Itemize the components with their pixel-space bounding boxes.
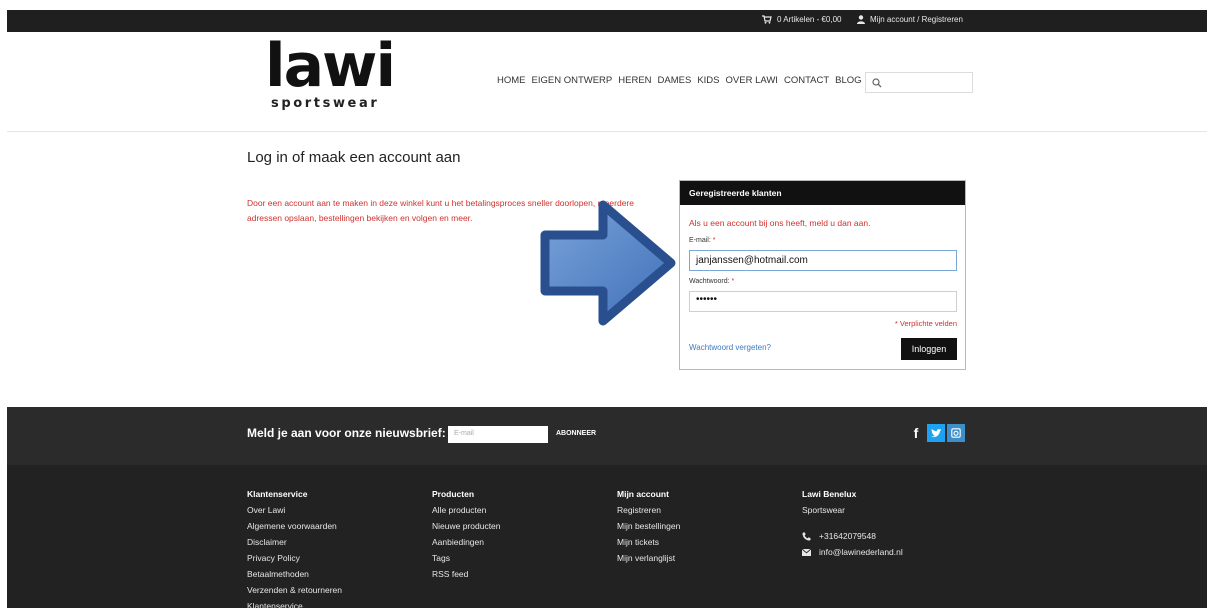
nav-eigen-ontwerp[interactable]: EIGEN ONTWERP <box>532 75 613 86</box>
login-box-heading: Geregistreerde klanten <box>680 181 965 205</box>
account-link[interactable]: Mijn account / Registreren <box>857 15 963 24</box>
login-button[interactable]: Inloggen <box>901 338 957 360</box>
main-nav: HOME EIGEN ONTWERP HEREN DAMES KIDS OVER… <box>497 75 862 86</box>
envelope-icon <box>802 548 811 556</box>
login-note: Als u een account bij ons heeft, meld u … <box>689 218 871 228</box>
facebook-icon[interactable]: f <box>907 424 925 442</box>
footer-link[interactable]: Disclaimer <box>247 534 342 550</box>
account-label: Mijn account / Registreren <box>870 15 963 24</box>
footer-col-klantenservice: Klantenservice Over Lawi Algemene voorwa… <box>247 486 342 608</box>
footer-link[interactable]: Nieuwe producten <box>432 518 501 534</box>
nav-kids[interactable]: KIDS <box>697 75 719 86</box>
newsletter-email-input[interactable]: E-mail <box>448 426 548 443</box>
footer-link[interactable]: Registreren <box>617 502 680 518</box>
footer-link[interactable]: Klantenservice <box>247 598 342 608</box>
footer-link[interactable]: Tags <box>432 550 501 566</box>
footer-link[interactable]: Over Lawi <box>247 502 342 518</box>
footer-email[interactable]: info@lawinederland.nl <box>802 544 903 560</box>
footer-col-title: Klantenservice <box>247 489 308 499</box>
footer-col-title: Lawi Benelux <box>802 489 857 499</box>
footer-link[interactable]: RSS feed <box>432 566 501 582</box>
instagram-icon[interactable] <box>947 424 965 442</box>
subscribe-button[interactable]: ABONNEER <box>556 430 596 437</box>
footer-link[interactable]: Aanbiedingen <box>432 534 501 550</box>
footer-link[interactable]: Mijn verlanglijst <box>617 550 680 566</box>
page: 0 Artikelen - €0,00 Mijn account / Regis… <box>7 10 1207 608</box>
forgot-password-link[interactable]: Wachtwoord vergeten? <box>689 343 771 352</box>
logo-sub-text: sportswear <box>271 96 380 111</box>
search-input[interactable] <box>865 72 973 93</box>
nav-over-lawi[interactable]: OVER LAWI <box>726 75 778 86</box>
footer-col-title: Mijn account <box>617 489 669 499</box>
arrow-right-icon <box>540 200 676 326</box>
footer-col-producten: Producten Alle producten Nieuwe producte… <box>432 486 501 582</box>
footer: Klantenservice Over Lawi Algemene voorwa… <box>7 465 1207 608</box>
cart-icon <box>762 15 772 24</box>
page-title: Log in of maak een account aan <box>247 149 461 166</box>
cart-link[interactable]: 0 Artikelen - €0,00 <box>762 15 841 24</box>
login-box: Geregistreerde klanten Als u een account… <box>679 180 966 370</box>
social-links: f <box>907 424 965 442</box>
required-fields-note: * Verplichte velden <box>894 319 957 328</box>
twitter-icon[interactable] <box>927 424 945 442</box>
email-field[interactable]: janjanssen@hotmail.com <box>689 250 957 271</box>
phone-icon <box>802 532 811 540</box>
top-bar: 0 Artikelen - €0,00 Mijn account / Regis… <box>7 10 1207 32</box>
nav-dames[interactable]: DAMES <box>658 75 692 86</box>
footer-col-lawi-benelux: Lawi Benelux Sportswear +31642079548 inf… <box>802 486 903 560</box>
search-icon <box>872 78 882 88</box>
footer-link[interactable]: Alle producten <box>432 502 501 518</box>
footer-link[interactable]: Betaalmethoden <box>247 566 342 582</box>
footer-link[interactable]: Privacy Policy <box>247 550 342 566</box>
user-icon <box>857 15 865 24</box>
password-label: Wachtwoord: * <box>689 278 735 285</box>
footer-link[interactable]: Algemene voorwaarden <box>247 518 342 534</box>
logo-main-text: lawi <box>265 31 396 101</box>
footer-col-mijn-account: Mijn account Registreren Mijn bestelling… <box>617 486 680 566</box>
nav-blog[interactable]: BLOG <box>835 75 861 86</box>
lawi-logo[interactable]: lawi sportswear <box>265 36 396 124</box>
footer-link[interactable]: Mijn bestellingen <box>617 518 680 534</box>
cart-label: 0 Artikelen - €0,00 <box>777 15 842 24</box>
newsletter-label: Meld je aan voor onze nieuwsbrief: <box>247 426 446 440</box>
email-label: E-mail: * <box>689 237 716 244</box>
footer-col-title: Producten <box>432 489 475 499</box>
footer-link[interactable]: Verzenden & retourneren <box>247 582 342 598</box>
password-field[interactable]: •••••• <box>689 291 957 312</box>
footer-phone[interactable]: +31642079548 <box>802 528 903 544</box>
nav-heren[interactable]: HEREN <box>618 75 651 86</box>
nav-home[interactable]: HOME <box>497 75 526 86</box>
footer-subtitle: Sportswear <box>802 505 845 515</box>
footer-link[interactable]: Mijn tickets <box>617 534 680 550</box>
site-header: lawi sportswear HOME EIGEN ONTWERP HEREN… <box>7 32 1207 132</box>
nav-contact[interactable]: CONTACT <box>784 75 829 86</box>
newsletter-bar: Meld je aan voor onze nieuwsbrief: E-mai… <box>7 407 1207 465</box>
